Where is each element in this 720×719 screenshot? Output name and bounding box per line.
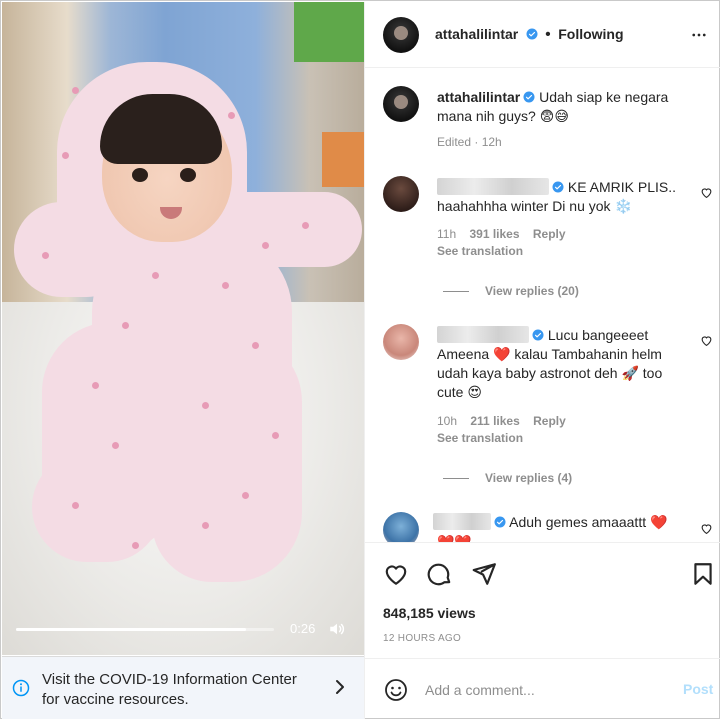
chevron-right-icon[interactable]: [332, 677, 348, 697]
video-controls: 0:26: [2, 614, 364, 644]
commenter-avatar[interactable]: [383, 176, 419, 212]
video-time: 0:26: [290, 621, 316, 636]
volume-icon[interactable]: [328, 620, 346, 638]
caption-edited: Edited · 12h: [437, 135, 502, 149]
post-side-panel: attahalilintar • Following attahalilinta…: [364, 2, 720, 719]
post-timestamp: 12 HOURS AGO: [383, 633, 462, 644]
like-heart-icon[interactable]: [383, 561, 409, 587]
comment-2: Lucu bangeeeet Ameena ❤️ kalau Tambahani…: [437, 326, 687, 402]
author-username[interactable]: attahalilintar: [435, 26, 518, 42]
like-comment-heart-icon[interactable]: [700, 522, 713, 535]
more-options-icon[interactable]: [689, 26, 709, 44]
verified-badge-icon: [552, 181, 564, 193]
like-comment-heart-icon[interactable]: [700, 186, 713, 199]
comment-input[interactable]: [425, 679, 665, 701]
add-comment-bar: Post: [365, 658, 720, 719]
following-button[interactable]: Following: [558, 26, 623, 42]
commenter-avatar[interactable]: [383, 512, 419, 542]
comment-2-see-translation[interactable]: See translation: [437, 431, 523, 445]
instagram-post-frame: 0:26 Visit the COVID-19 Information Cent…: [0, 0, 720, 719]
comment-2-time: 10h: [437, 414, 458, 428]
blurred-username: [437, 326, 529, 343]
comment-2-view-replies[interactable]: View replies (4): [485, 471, 572, 485]
comments-list: attahalilintar Udah siap ke negara mana …: [365, 69, 720, 542]
comment-3: Aduh gemes amaaattt ❤️: [433, 513, 703, 532]
caption-avatar[interactable]: [383, 86, 419, 122]
post-header: attahalilintar • Following: [365, 2, 720, 68]
view-count[interactable]: 848,185 views: [383, 605, 476, 621]
comment-1-reply[interactable]: Reply: [533, 227, 566, 241]
post-comment-button[interactable]: Post: [683, 681, 713, 697]
comment-2-likes[interactable]: 211 likes: [470, 414, 519, 428]
share-send-icon[interactable]: [471, 561, 497, 587]
comment-1-time: 11h: [437, 227, 457, 241]
covid-info-banner[interactable]: Visit the COVID-19 Information Center fo…: [2, 656, 364, 719]
comment-1-view-replies[interactable]: View replies (20): [485, 284, 579, 298]
comment-1-likes[interactable]: 391 likes: [469, 227, 519, 241]
comment-3-extra: ❤️❤️: [437, 534, 472, 542]
video-progress-bar[interactable]: [16, 628, 274, 631]
blurred-username: [437, 178, 549, 195]
verified-badge-icon: [526, 28, 538, 40]
verified-badge-icon: [494, 516, 506, 528]
info-icon: [12, 679, 30, 697]
emoji-icon[interactable]: [384, 678, 408, 702]
post-video[interactable]: 0:26: [2, 2, 364, 655]
comment-1: KE AMRIK PLIS.. haahahhha winter Di nu y…: [437, 178, 687, 216]
commenter-avatar[interactable]: [383, 324, 419, 360]
comment-2-reply[interactable]: Reply: [533, 414, 566, 428]
covid-banner-text: Visit the COVID-19 Information Center fo…: [42, 671, 297, 708]
verified-badge-icon: [532, 329, 544, 341]
comment-1-see-translation[interactable]: See translation: [437, 244, 523, 258]
like-comment-heart-icon[interactable]: [700, 334, 713, 347]
caption: attahalilintar Udah siap ke negara mana …: [437, 88, 697, 126]
blurred-username: [433, 513, 491, 530]
comment-bubble-icon[interactable]: [427, 561, 453, 587]
verified-badge-icon: [523, 91, 535, 103]
video-progress-fill: [16, 628, 246, 631]
author-avatar[interactable]: [383, 17, 419, 53]
bookmark-icon[interactable]: [690, 561, 716, 587]
post-actions: 848,185 views 12 HOURS AGO: [365, 542, 720, 658]
comment-3-text: Aduh gemes amaaattt ❤️: [509, 514, 668, 530]
caption-username[interactable]: attahalilintar: [437, 89, 520, 105]
